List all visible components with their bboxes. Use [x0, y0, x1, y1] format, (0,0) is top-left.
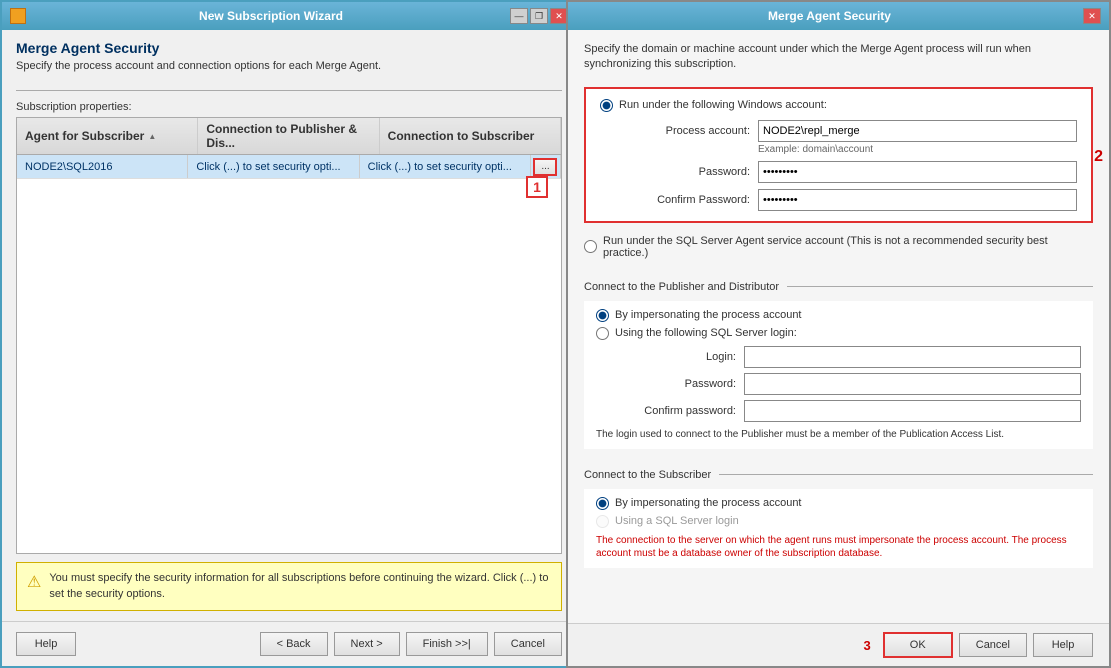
pub-confirm-input[interactable] — [744, 400, 1081, 422]
subscriber-divider: Connect to the Subscriber — [584, 469, 1093, 481]
windows-account-radio-row: Run under the following Windows account: — [600, 99, 1077, 112]
divider — [16, 90, 562, 91]
right-titlebar-controls: ✕ — [1083, 8, 1101, 24]
subscriber-red-info: The connection to the server on which th… — [596, 534, 1081, 560]
warning-icon: ⚠ — [27, 572, 41, 592]
pub-login-label: Login: — [616, 346, 736, 368]
confirm-password-label: Confirm Password: — [620, 189, 750, 211]
confirm-password-input[interactable] — [758, 189, 1077, 211]
windows-account-label: Run under the following Windows account: — [619, 99, 827, 111]
titlebar-controls: — ❐ ✕ — [510, 8, 568, 24]
badge-3-label: 3 — [864, 638, 871, 653]
subscription-label: Subscription properties: — [16, 101, 562, 113]
warning-text: You must specify the security informatio… — [49, 571, 551, 602]
subscriber-impersonate-label: By impersonating the process account — [615, 497, 802, 509]
publisher-impersonate-label: By impersonating the process account — [615, 309, 802, 321]
table-header: Agent for Subscriber ▲ Connection to Pub… — [17, 118, 561, 155]
section-subtitle: Specify the process account and connecti… — [16, 60, 562, 72]
publisher-impersonate-row: By impersonating the process account — [596, 309, 1081, 322]
left-titlebar: New Subscription Wizard — ❐ ✕ — [2, 2, 576, 30]
back-button[interactable]: < Back — [260, 632, 328, 656]
subscriber-impersonate-row: By impersonating the process account — [596, 497, 1081, 510]
help-right-button[interactable]: Help — [1033, 633, 1093, 657]
subscription-table: Agent for Subscriber ▲ Connection to Pub… — [16, 117, 562, 554]
col-subscriber: Connection to Subscriber — [380, 118, 561, 154]
right-window: Merge Agent Security ✕ Specify the domai… — [566, 0, 1111, 668]
publisher-login-form: Login: Password: Confirm password: — [616, 346, 1081, 422]
next-button[interactable]: Next > — [334, 632, 400, 656]
left-content: Merge Agent Security Specify the process… — [2, 30, 576, 621]
publisher-sql-login-label: Using the following SQL Server login: — [615, 327, 797, 339]
col-publisher: Connection to Publisher & Dis... — [198, 118, 379, 154]
process-account-label: Process account: — [620, 120, 750, 142]
subscriber-impersonate-radio[interactable] — [596, 497, 609, 510]
finish-button[interactable]: Finish >>| — [406, 632, 488, 656]
cancel-right-button[interactable]: Cancel — [959, 633, 1027, 657]
windows-account-radio[interactable] — [600, 99, 613, 112]
publisher-impersonate-radio[interactable] — [596, 309, 609, 322]
left-window-title: New Subscription Wizard — [32, 9, 510, 23]
password-label: Password: — [620, 161, 750, 183]
cancel-left-button[interactable]: Cancel — [494, 632, 562, 656]
publisher-connect-section: By impersonating the process account Usi… — [584, 301, 1093, 449]
pub-confirm-label: Confirm password: — [616, 400, 736, 422]
sort-icon: ▲ — [148, 132, 156, 141]
process-account-input[interactable] — [758, 120, 1077, 142]
publisher-sql-login-radio[interactable] — [596, 327, 609, 340]
pub-password-input[interactable] — [744, 373, 1081, 395]
sql-agent-radio[interactable] — [584, 240, 597, 253]
minimize-button[interactable]: — — [510, 8, 528, 24]
help-button[interactable]: Help — [16, 632, 76, 656]
subscriber-section-label: Connect to the Subscriber — [584, 469, 711, 481]
left-window: New Subscription Wizard — ❐ ✕ Merge Agen… — [0, 0, 578, 668]
right-content: Specify the domain or machine account un… — [568, 30, 1109, 623]
subscriber-sql-login-label: Using a SQL Server login — [615, 515, 739, 527]
pub-login-input[interactable] — [744, 346, 1081, 368]
cell-publisher-conn: Click (...) to set security opti... — [188, 155, 359, 178]
right-titlebar: Merge Agent Security ✕ — [568, 2, 1109, 30]
dots-button-cell: ... — [531, 155, 561, 178]
desc-text: Specify the domain or machine account un… — [584, 42, 1093, 73]
publisher-section-label: Connect to the Publisher and Distributor — [584, 281, 779, 293]
sql-agent-label: Run under the SQL Server Agent service a… — [603, 235, 1093, 259]
badge-2: 2 — [1094, 148, 1103, 166]
ok-button[interactable]: OK — [883, 632, 953, 658]
publisher-divider: Connect to the Publisher and Distributor — [584, 281, 1093, 293]
publisher-sql-login-row: Using the following SQL Server login: — [596, 327, 1081, 340]
window-icon — [10, 8, 26, 24]
example-text: Example: domain\account — [758, 144, 1077, 155]
windows-account-form: Process account: Example: domain\account… — [620, 120, 1077, 211]
restore-button[interactable]: ❐ — [530, 8, 548, 24]
publisher-divider-line — [787, 286, 1093, 287]
publisher-info-text: The login used to connect to the Publish… — [596, 428, 1081, 441]
subscriber-divider-line — [719, 474, 1093, 475]
windows-account-panel: Run under the following Windows account:… — [584, 87, 1093, 223]
security-options-button[interactable]: ... — [533, 158, 557, 176]
subscriber-connect-section: By impersonating the process account Usi… — [584, 489, 1093, 568]
close-right-window-button[interactable]: ✕ — [1083, 8, 1101, 24]
sql-agent-radio-row: Run under the SQL Server Agent service a… — [584, 235, 1093, 259]
right-bottom-buttons: 3 OK Cancel Help — [568, 623, 1109, 666]
password-input[interactable] — [758, 161, 1077, 183]
table-row[interactable]: NODE2\SQL2016 Click (...) to set securit… — [17, 155, 561, 179]
badge-1: 1 — [526, 176, 548, 198]
example-spacer — [620, 148, 750, 155]
bottom-buttons: Help < Back Next > Finish >>| Cancel — [2, 621, 576, 666]
subscriber-sql-login-row: Using a SQL Server login — [596, 515, 1081, 528]
warning-box: ⚠ You must specify the security informat… — [16, 562, 562, 611]
cell-agent: NODE2\SQL2016 — [17, 155, 188, 178]
right-window-title: Merge Agent Security — [576, 9, 1083, 23]
cell-subscriber-conn: Click (...) to set security opti... — [360, 155, 531, 178]
section-title: Merge Agent Security — [16, 40, 562, 56]
pub-password-label: Password: — [616, 373, 736, 395]
col-agent: Agent for Subscriber ▲ — [17, 118, 198, 154]
subscriber-sql-login-radio[interactable] — [596, 515, 609, 528]
